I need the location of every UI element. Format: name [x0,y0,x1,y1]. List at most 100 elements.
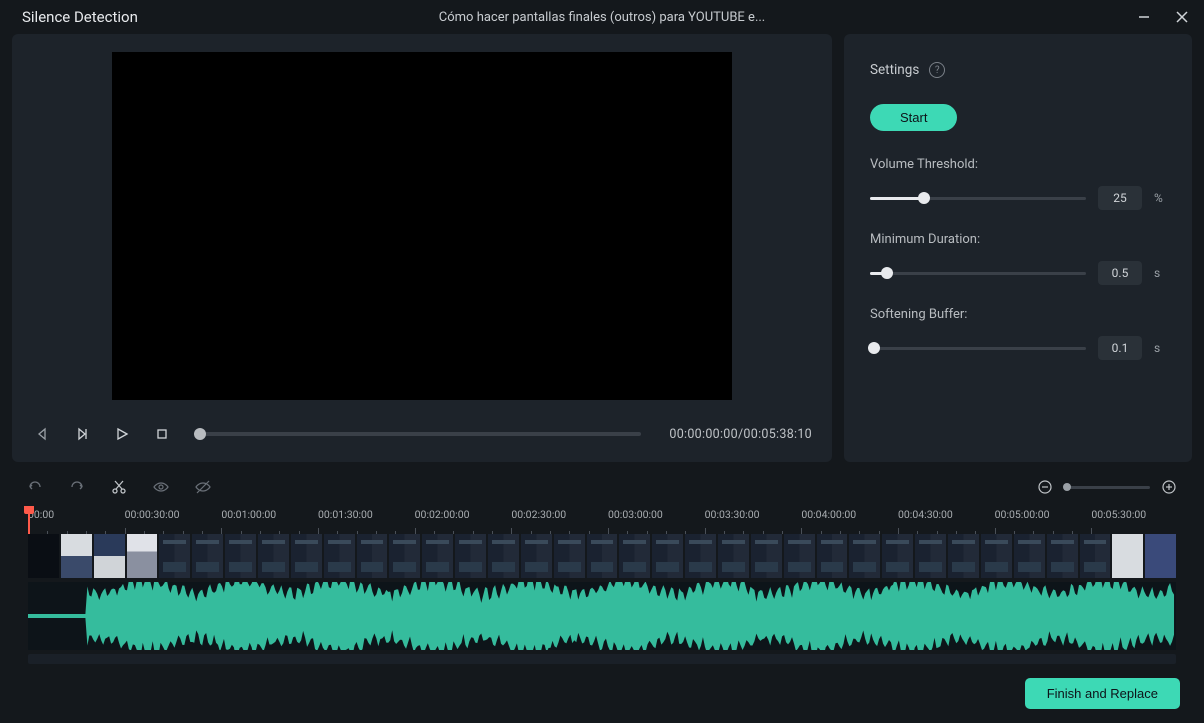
preview-visibility-button[interactable] [152,478,170,496]
thumbnail-frame[interactable] [554,534,585,578]
thumbnail-frame[interactable] [587,534,618,578]
volume-threshold-slider[interactable] [870,197,1086,200]
undo-button[interactable] [26,478,44,496]
playhead[interactable] [28,506,30,534]
preview-panel: 00:00:00:00/00:05:38:10 [12,34,832,462]
preview-controls: 00:00:00:00/00:05:38:10 [32,418,812,450]
ruler-label: 00:01:00:00 [221,508,276,521]
ruler-label: 00:04:30:00 [898,508,953,521]
thumbnail-frame[interactable] [718,534,749,578]
thumbnail-frame[interactable] [28,534,59,578]
volume-threshold-label: Volume Threshold: [870,157,1166,172]
volume-threshold-value[interactable]: 25 [1098,186,1142,210]
zoom-controls [1036,478,1178,496]
thumbnail-frame[interactable] [258,534,289,578]
thumbnail-frame[interactable] [948,534,979,578]
ruler-label: 00:00:30:00 [125,508,180,521]
thumbnail-frame[interactable] [521,534,552,578]
timeline-toolbar [12,472,1192,502]
help-icon[interactable]: ? [929,62,945,78]
thumbnail-frame[interactable] [652,534,683,578]
slider-knob[interactable] [881,267,893,279]
thumbnail-frame[interactable] [192,534,223,578]
thumbnail-frame[interactable] [1112,534,1143,578]
finish-replace-button[interactable]: Finish and Replace [1025,678,1180,709]
thumbnail-frame[interactable] [849,534,880,578]
thumbnail-frame[interactable] [455,534,486,578]
thumbnail-frame[interactable] [1047,534,1078,578]
minimum-duration-slider[interactable] [870,272,1086,275]
timeline-ruler[interactable]: 00:0000:00:30:0000:01:00:0000:01:30:0000… [12,506,1192,534]
softening-buffer-group: Softening Buffer: 0.1 s [870,307,1166,360]
start-button[interactable]: Start [870,104,957,131]
thumbnail-frame[interactable] [817,534,848,578]
redo-button[interactable] [68,478,86,496]
thumbnail-frame[interactable] [1145,534,1176,578]
stop-button[interactable] [152,424,172,444]
seek-knob[interactable] [194,428,206,440]
zoom-knob[interactable] [1063,483,1071,491]
next-frame-button[interactable] [72,424,92,444]
ruler-label: 00:05:00:00 [995,508,1050,521]
thumbnail-frame[interactable] [422,534,453,578]
prev-frame-button[interactable] [32,424,52,444]
thumbnail-frame[interactable] [488,534,519,578]
cut-button[interactable] [110,478,128,496]
thumbnail-frame[interactable] [389,534,420,578]
zoom-out-button[interactable] [1036,478,1054,496]
minimum-duration-value[interactable]: 0.5 [1098,261,1142,285]
video-thumbnail-track[interactable] [28,534,1176,578]
thumbnail-frame[interactable] [915,534,946,578]
window-title: Silence Detection [22,8,138,26]
ruler-label: 00:03:00:00 [608,508,663,521]
ruler-label: 00:01:30:00 [318,508,373,521]
titlebar: Silence Detection Cómo hacer pantallas f… [0,0,1204,34]
thumbnail-frame[interactable] [1014,534,1045,578]
timecode-display: 00:00:00:00/00:05:38:10 [669,427,812,442]
thumbnail-frame[interactable] [619,534,650,578]
ruler-label: 00:05:30:00 [1091,508,1146,521]
slider-knob[interactable] [868,342,880,354]
preview-seek-slider[interactable] [200,432,641,436]
thumbnail-frame[interactable] [685,534,716,578]
thumbnail-frame[interactable] [291,534,322,578]
minimize-button[interactable] [1136,9,1152,25]
window-subtitle: Cómo hacer pantallas finales (outros) pa… [439,10,765,25]
thumbnail-frame[interactable] [324,534,355,578]
ruler-label: 00:03:30:00 [705,508,760,521]
video-preview[interactable] [112,52,732,400]
thumbnail-frame[interactable] [981,534,1012,578]
thumbnail-frame[interactable] [127,534,158,578]
softening-buffer-slider[interactable] [870,347,1086,350]
volume-threshold-group: Volume Threshold: 25 % [870,157,1166,210]
thumbnail-frame[interactable] [61,534,92,578]
ruler-label: 00:02:30:00 [511,508,566,521]
softening-buffer-unit: s [1154,341,1166,355]
timeline-scrollbar[interactable] [28,654,1176,664]
thumbnail-frame[interactable] [94,534,125,578]
slider-knob[interactable] [918,192,930,204]
minimum-duration-group: Minimum Duration: 0.5 s [870,232,1166,285]
audio-waveform-track[interactable] [28,582,1176,650]
minimum-duration-unit: s [1154,266,1166,280]
thumbnail-frame[interactable] [159,534,190,578]
close-button[interactable] [1174,9,1190,25]
thumbnail-frame[interactable] [225,534,256,578]
minimum-duration-label: Minimum Duration: [870,232,1166,247]
softening-buffer-value[interactable]: 0.1 [1098,336,1142,360]
thumbnail-frame[interactable] [357,534,388,578]
zoom-slider[interactable] [1064,486,1150,489]
play-button[interactable] [112,424,132,444]
window-controls [1136,9,1190,25]
ruler-label: 00:04:00:00 [801,508,856,521]
settings-title: Settings [870,62,919,78]
thumbnail-frame[interactable] [1080,534,1111,578]
volume-threshold-unit: % [1154,191,1166,205]
settings-panel: Settings ? Start Volume Threshold: 25 % … [844,34,1192,462]
hide-button[interactable] [194,478,212,496]
zoom-in-button[interactable] [1160,478,1178,496]
thumbnail-frame[interactable] [882,534,913,578]
softening-buffer-label: Softening Buffer: [870,307,1166,322]
thumbnail-frame[interactable] [784,534,815,578]
thumbnail-frame[interactable] [751,534,782,578]
